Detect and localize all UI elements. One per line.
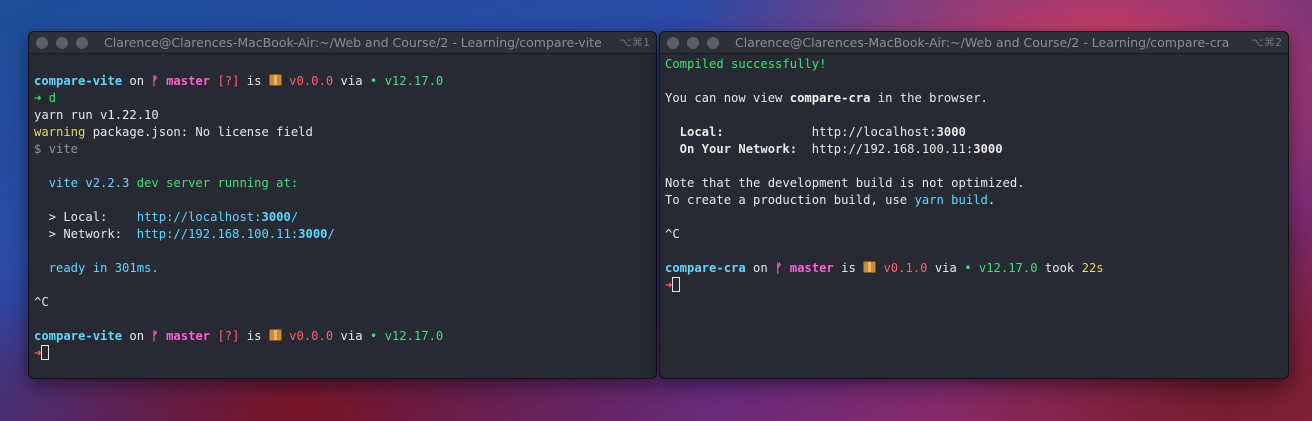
zoom-button[interactable] bbox=[707, 36, 719, 49]
prompt-arrow-icon: ➜ bbox=[34, 346, 42, 360]
package-icon bbox=[268, 329, 282, 341]
output-line: Note that the development build is not o… bbox=[665, 176, 1025, 190]
close-button[interactable] bbox=[36, 36, 48, 49]
command-line: ➜ d bbox=[34, 91, 57, 105]
output-line: $ vite bbox=[34, 142, 79, 156]
zoom-button[interactable] bbox=[76, 36, 88, 49]
prompt-line: compare-cra on ᚠ master is v0.1.0 via • … bbox=[665, 261, 1104, 275]
output-line: > Local: http://localhost:3000/ bbox=[34, 210, 299, 224]
output-line: Local: http://localhost:3000 bbox=[665, 125, 966, 139]
prompt-line: compare-vite on ᚠ master [?] is v0.0.0 v… bbox=[34, 329, 444, 343]
titlebar[interactable]: Clarence@Clarences-MacBook-Air:~/Web and… bbox=[29, 32, 656, 54]
output-line: > Network: http://192.168.100.11:3000/ bbox=[34, 227, 335, 241]
prompt-line: compare-vite on ᚠ master [?] is v0.0.0 v… bbox=[34, 74, 444, 88]
node-icon: • bbox=[964, 261, 972, 275]
output-line: You can now view compare-cra in the brow… bbox=[665, 91, 988, 105]
window-title: Clarence@Clarences-MacBook-Air:~/Web and… bbox=[735, 35, 1230, 50]
package-icon bbox=[268, 74, 282, 86]
cursor bbox=[41, 345, 50, 360]
git-branch-icon: ᚠ bbox=[151, 329, 159, 343]
input-line[interactable]: ➜ bbox=[665, 277, 1283, 294]
output-line: ^C bbox=[665, 227, 680, 241]
close-button[interactable] bbox=[667, 36, 679, 49]
output-line: On Your Network: http://192.168.100.11:3… bbox=[665, 142, 1003, 156]
git-branch-icon: ᚠ bbox=[151, 74, 159, 88]
input-line[interactable]: ➜ bbox=[34, 345, 651, 362]
output-line: ^C bbox=[34, 295, 49, 309]
window-shortcut: ⌥⌘2 bbox=[1251, 36, 1282, 49]
output-line: Compiled successfully! bbox=[665, 57, 827, 71]
terminal-window-cra[interactable]: Clarence@Clarences-MacBook-Air:~/Web and… bbox=[659, 31, 1289, 379]
titlebar[interactable]: Clarence@Clarences-MacBook-Air:~/Web and… bbox=[660, 32, 1288, 54]
package-icon bbox=[863, 261, 877, 273]
cursor bbox=[672, 277, 681, 292]
output-line: yarn run v1.22.10 bbox=[34, 108, 159, 122]
terminal-window-vite[interactable]: Clarence@Clarences-MacBook-Air:~/Web and… bbox=[28, 31, 657, 379]
network-url: http://192.168.100.11: bbox=[811, 142, 974, 156]
window-shortcut: ⌥⌘1 bbox=[619, 36, 650, 49]
output-line: ready in 301ms. bbox=[34, 261, 159, 275]
output-line: warning package.json: No license field bbox=[34, 125, 313, 139]
network-url: http://192.168.100.11: bbox=[136, 227, 299, 241]
minimize-button[interactable] bbox=[56, 36, 68, 49]
minimize-button[interactable] bbox=[687, 36, 699, 49]
terminal-output[interactable]: compare-vite on ᚠ master [?] is v0.0.0 v… bbox=[29, 54, 656, 362]
output-line: vite v2.2.3 dev server running at: bbox=[34, 176, 299, 190]
output-line: To create a production build, use yarn b… bbox=[665, 193, 996, 207]
local-url: http://localhost: bbox=[811, 125, 937, 139]
window-title: Clarence@Clarences-MacBook-Air:~/Web and… bbox=[104, 35, 602, 50]
local-url: http://localhost: bbox=[136, 210, 262, 224]
terminal-output[interactable]: Compiled successfully! You can now view … bbox=[660, 54, 1288, 294]
prompt-arrow-icon: ➜ bbox=[665, 278, 673, 292]
